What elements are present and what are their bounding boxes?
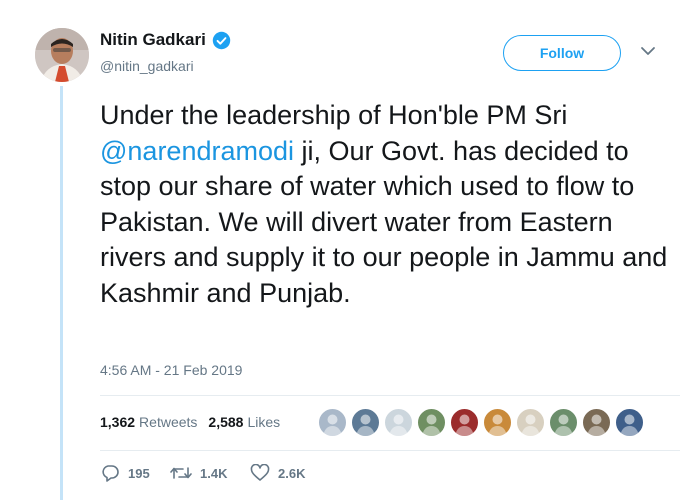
retweet-button[interactable]: 1.4K xyxy=(170,465,250,481)
user-handle[interactable]: @nitin_gadkari xyxy=(100,58,194,74)
liker-avatar[interactable] xyxy=(582,408,611,437)
mention-link[interactable]: @narendramodi xyxy=(100,136,294,166)
person-icon xyxy=(389,414,408,436)
liker-avatar[interactable] xyxy=(615,408,644,437)
like-button[interactable]: 2.6K xyxy=(250,464,305,482)
retweets-label: Retweets xyxy=(139,414,198,430)
divider xyxy=(100,395,680,396)
heart-icon xyxy=(250,464,270,481)
tweet-text-part-1: Under the leadership of Hon'ble PM Sri xyxy=(100,100,568,130)
like-count: 2.6K xyxy=(278,465,306,481)
liker-avatar[interactable] xyxy=(417,408,446,437)
liker-avatars xyxy=(318,408,648,437)
tweet-actions: 195 1.4K 2.6K xyxy=(100,464,305,482)
likes-stat[interactable]: 2,588 Likes xyxy=(208,414,280,430)
retweet-icon xyxy=(170,467,192,479)
retweets-count: 1,362 xyxy=(100,414,136,430)
retweets-stat[interactable]: 1,362 Retweets xyxy=(100,414,197,430)
person-icon xyxy=(620,414,639,436)
person-icon xyxy=(323,414,342,436)
reply-button[interactable]: 195 xyxy=(100,464,170,482)
person-icon xyxy=(422,414,441,436)
liker-avatar[interactable] xyxy=(318,408,347,437)
liker-avatar[interactable] xyxy=(384,408,413,437)
divider xyxy=(100,450,680,451)
chevron-down-icon[interactable] xyxy=(640,45,656,57)
liker-avatar[interactable] xyxy=(483,408,512,437)
avatar[interactable] xyxy=(35,28,89,82)
liker-avatar[interactable] xyxy=(516,408,545,437)
user-name-row: Nitin Gadkari xyxy=(100,30,231,50)
tweet-stats: 1,362 Retweets 2,588 Likes xyxy=(100,414,291,430)
likes-count: 2,588 xyxy=(208,414,244,430)
verified-badge-icon xyxy=(212,31,231,49)
person-icon xyxy=(521,414,540,436)
liker-avatar[interactable] xyxy=(351,408,380,437)
display-name[interactable]: Nitin Gadkari xyxy=(100,30,206,50)
thread-connector-line xyxy=(60,86,63,500)
liker-avatar[interactable] xyxy=(450,408,479,437)
liker-avatar[interactable] xyxy=(549,408,578,437)
follow-button[interactable]: Follow xyxy=(503,35,621,71)
person-icon xyxy=(587,414,606,436)
person-icon xyxy=(356,414,375,436)
reply-count: 195 xyxy=(128,465,150,481)
person-icon xyxy=(488,414,507,436)
likes-label: Likes xyxy=(247,414,281,430)
person-icon xyxy=(554,414,573,436)
tweet-text: Under the leadership of Hon'ble PM Sri @… xyxy=(100,98,680,311)
timestamp[interactable]: 4:56 AM - 21 Feb 2019 xyxy=(100,362,242,378)
reply-icon xyxy=(102,465,119,482)
retweet-count: 1.4K xyxy=(200,465,228,481)
profile-photo-icon xyxy=(35,28,89,82)
person-icon xyxy=(455,414,474,436)
